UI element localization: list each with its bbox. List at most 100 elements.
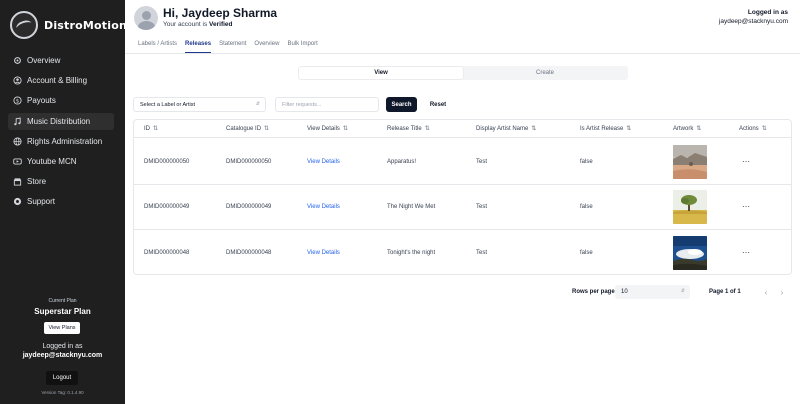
search-button[interactable]: Search [386,97,417,112]
account-icon [13,76,22,85]
chevron-left-icon[interactable]: ‹ [759,285,773,299]
tab-overview[interactable]: Overview [254,41,279,53]
tab-statement[interactable]: Statement [219,41,246,53]
sidebar-item-label: Overview [27,56,61,65]
sort-icon: ⇅ [424,126,430,132]
artwork-image[interactable] [673,190,707,224]
tab-releases[interactable]: Releases [185,41,212,53]
table-row: DMID000000048 DMID000000048 View Details… [134,230,791,274]
artwork-image[interactable] [673,145,707,179]
reset-button[interactable]: Reset [425,97,451,112]
account-status-prefix: Your account is [163,21,210,28]
record-disc-icon [10,11,38,39]
column-header-view-details[interactable]: View Details ⇅ [307,125,348,132]
tabs: Labels / Artists Releases Statement Over… [138,41,318,53]
cell-catalogue-id: DMID000000048 [226,250,272,256]
column-header-catalogue-id[interactable]: Catalogue ID ⇅ [226,125,269,132]
filter-requests-input[interactable] [275,97,379,112]
header-logged-in-caption: Logged in as [747,9,788,16]
sort-icon: ⇅ [761,126,767,132]
sort-icon: ⇅ [342,126,348,132]
dollar-icon: $ [13,96,22,105]
sidebar: DistroMotion Overview Account & Billing … [0,0,127,404]
rows-per-page-value: 10 [621,289,628,295]
column-header-id[interactable]: ID ⇅ [144,125,158,132]
page-info: Page 1 of 1 [709,289,741,295]
account-status-value: Verified [209,21,233,28]
create-segment-button[interactable]: Create [463,67,627,79]
row-actions-menu[interactable]: ⋯ [742,202,751,211]
cell-release-title: The Night We Met [387,204,436,210]
sidebar-item-support[interactable]: Support [8,193,114,210]
chevron-right-icon[interactable]: › [775,285,789,299]
logout-button[interactable]: Logout [46,371,78,385]
cell-is-artist-release: false [580,204,593,210]
tabs-divider [125,53,800,54]
view-details-link[interactable]: View Details [307,159,340,165]
sidebar-item-label: Music Distribution [27,116,91,126]
column-header-is-artist-release[interactable]: Is Artist Release ⇅ [580,125,631,132]
row-actions-menu[interactable]: ⋯ [742,157,751,166]
youtube-icon [13,157,22,166]
cell-artist: Test [476,250,488,256]
cell-artist: Test [476,159,488,165]
sidebar-item-overview[interactable]: Overview [8,52,114,69]
cell-id: DMID000000050 [144,159,190,165]
view-details-link[interactable]: View Details [307,250,340,256]
chevron-up-down-icon: ⇵ [680,288,685,294]
sidebar-item-youtube-mcn[interactable]: Youtube MCN [8,153,114,170]
cell-id: DMID000000048 [144,250,190,256]
rows-per-page-select[interactable]: 10 ⇵ [615,285,690,299]
column-header-display-artist-name[interactable]: Display Artist Name ⇅ [476,125,536,132]
row-actions-menu[interactable]: ⋯ [742,248,751,257]
account-status: Your account is Verified [163,21,233,28]
sort-icon: ⇅ [626,126,632,132]
globe-icon [13,137,22,146]
sidebar-item-label: Youtube MCN [27,156,77,166]
releases-table: ID ⇅ Catalogue ID ⇅ View Details ⇅ Release … [133,119,792,275]
sidebar-item-label: Payouts [27,96,56,106]
header-login-info: Logged in as jaydeep@stacknyu.com [719,9,788,25]
music-note-icon [13,117,22,126]
avatar[interactable] [134,6,158,30]
cell-id: DMID000000049 [144,204,190,210]
view-plans-button[interactable]: View Plans [44,322,80,334]
brand[interactable]: DistroMotion [10,10,127,40]
sidebar-item-music-distribution[interactable]: Music Distribution [8,112,114,130]
rows-per-page-label: Rows per page [572,289,615,295]
sort-icon: ⇅ [696,126,702,132]
logged-in-caption: Logged in as [42,343,83,350]
sidebar-item-rights-administration[interactable]: Rights Administration [8,133,114,150]
svg-text:$: $ [16,99,19,105]
sidebar-item-payouts[interactable]: $ Payouts [8,92,114,109]
support-icon [13,197,22,206]
column-header-artwork[interactable]: Artwork ⇅ [673,125,701,132]
tab-labels-artists[interactable]: Labels / Artists [138,41,177,53]
label-artist-select-value: Select a Label or Artist [140,101,196,108]
app-name: DistroMotion [44,18,128,32]
version-tag: Version Tag: 0.1.4.90 [41,390,84,395]
view-details-link[interactable]: View Details [307,204,340,210]
column-header-actions[interactable]: Actions ⇅ [739,125,767,132]
table-row: DMID000000049 DMID000000049 View Details… [134,184,791,230]
sidebar-item-label: Store [27,177,47,187]
cell-catalogue-id: DMID000000049 [226,204,272,210]
gear-icon [13,56,22,65]
plan-caption: Current Plan [48,298,77,304]
column-header-release-title[interactable]: Release Title ⇅ [387,125,430,132]
label-artist-select[interactable]: Select a Label or Artist ⇵ [133,97,266,112]
sidebar-nav: Overview Account & Billing $ Payouts Mus… [8,52,114,214]
view-create-toggle: View Create [298,66,628,80]
cell-artist: Test [476,204,488,210]
header-logged-in-email: jaydeep@stacknyu.com [718,18,788,25]
logged-in-email: jaydeep@stacknyu.com [22,352,103,359]
sidebar-item-store[interactable]: Store [8,173,114,190]
artwork-image[interactable] [673,236,707,270]
cell-is-artist-release: false [580,250,593,256]
chevron-up-down-icon: ⇵ [255,101,260,107]
tab-bulk-import[interactable]: Bulk Import [287,41,317,53]
view-segment-button[interactable]: View [299,67,463,79]
sidebar-item-account-billing[interactable]: Account & Billing [8,72,114,89]
greeting: Hi, Jaydeep Sharma [163,6,278,20]
cell-catalogue-id: DMID000000050 [226,159,272,165]
